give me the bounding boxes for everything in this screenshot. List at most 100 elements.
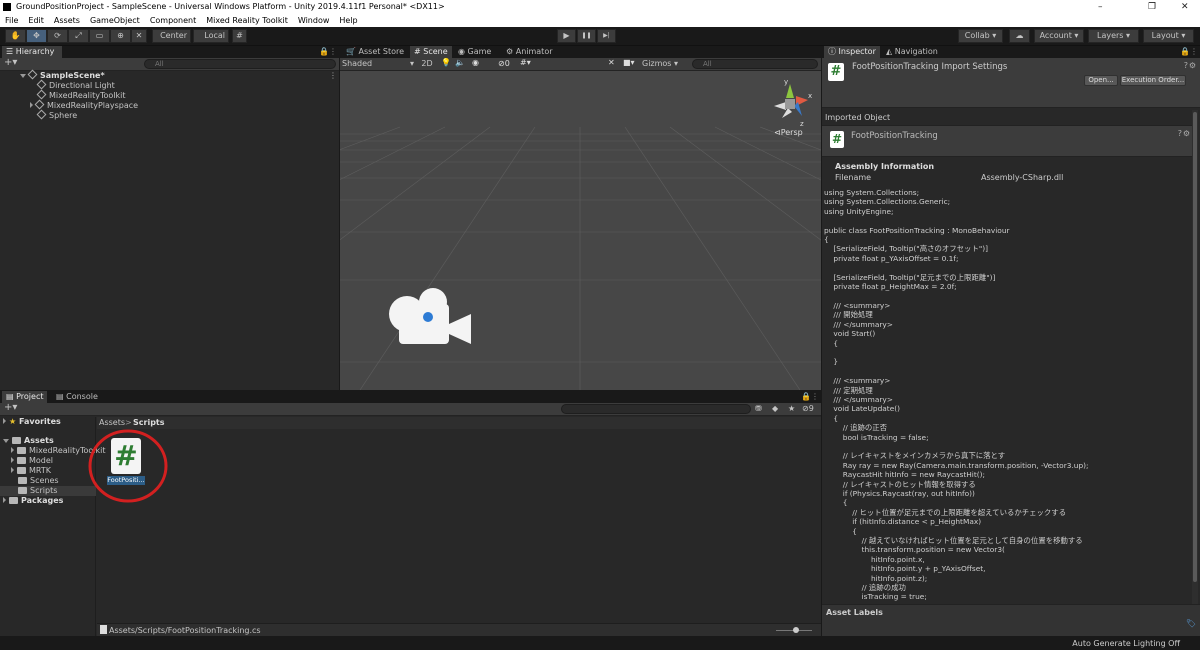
project-more-icon[interactable]: ⋮	[811, 392, 819, 401]
rotate-tool-icon[interactable]: ⟳	[47, 29, 68, 43]
more-icon[interactable]: ⋮	[329, 47, 337, 56]
gizmos-dropdown[interactable]: Gizmos ▾	[642, 59, 678, 69]
object-help-icon[interactable]: ?	[1178, 129, 1182, 138]
play-button[interactable]: ▶	[557, 29, 576, 43]
hierarchy-item[interactable]: MixedRealityToolkit	[36, 89, 126, 101]
grid-icon[interactable]: #▾	[520, 58, 531, 67]
effects-icon[interactable]: ◉	[472, 58, 479, 67]
filename-value: Assembly-CSharp.dll	[981, 173, 1064, 182]
step-button[interactable]: ▶|	[597, 29, 616, 43]
menu-assets[interactable]: Assets	[54, 16, 80, 25]
hidden-packages-count: 9	[808, 404, 814, 413]
gameobject-icon	[36, 109, 47, 120]
project-search-input[interactable]	[561, 404, 751, 414]
tab-hierarchy-label: Hierarchy	[15, 47, 55, 56]
hidden-objects-toggle[interactable]: ⊘0	[498, 59, 510, 69]
custom-tool-icon[interactable]: ✕	[131, 29, 147, 43]
breadcrumb-root[interactable]: Assets	[99, 418, 125, 427]
breadcrumb-current[interactable]: Scripts	[133, 418, 165, 427]
folder-item[interactable]: Model	[11, 456, 53, 466]
project-create-icon[interactable]: +▾	[4, 402, 17, 413]
settings-gear-icon[interactable]: ⚙	[1189, 61, 1196, 70]
help-icon[interactable]: ?	[1184, 61, 1188, 70]
cloud-icon[interactable]: ☁	[1009, 29, 1030, 43]
open-button[interactable]: Open...	[1084, 75, 1118, 86]
selected-asset-path: Assets/Scripts/FootPositionTracking.cs	[109, 626, 261, 635]
close-button[interactable]: ✕	[1181, 0, 1189, 14]
hierarchy-search-input[interactable]: All	[144, 59, 336, 69]
hierarchy-item[interactable]: Sphere	[36, 109, 77, 121]
inspector-scrollbar[interactable]	[1192, 110, 1198, 604]
tab-scene[interactable]: # Scene	[410, 46, 452, 58]
hand-tool-icon[interactable]: ✋	[5, 29, 26, 43]
tab-inspector[interactable]: ⓘ Inspector	[824, 46, 880, 58]
tools-icon[interactable]: ✕	[608, 58, 615, 67]
minimize-button[interactable]: –	[1098, 0, 1103, 14]
mode-2d-toggle[interactable]: 2D	[420, 59, 434, 69]
label-tag-icon[interactable]: 🏷	[1186, 619, 1196, 628]
menu-gameobject[interactable]: GameObject	[90, 16, 140, 25]
filter-type-icon[interactable]: ⛃	[755, 404, 762, 413]
camera-settings-icon[interactable]: ■▾	[623, 58, 635, 67]
move-tool-icon[interactable]: ✥	[26, 29, 47, 43]
scene-menu-icon[interactable]: ⋮	[329, 71, 337, 80]
maximize-button[interactable]: ❐	[1148, 0, 1156, 14]
menu-edit[interactable]: Edit	[28, 16, 44, 25]
menu-file[interactable]: File	[5, 16, 18, 25]
pivot-center-button[interactable]: Center	[152, 29, 191, 43]
folder-item-selected[interactable]: Scripts	[0, 486, 96, 496]
unity-scene-icon	[27, 69, 38, 80]
hierarchy-item[interactable]: MixedRealityPlayspace	[30, 99, 138, 111]
project-lock-icon[interactable]: 🔒	[801, 392, 811, 401]
tab-game[interactable]: ◉ Game	[454, 46, 495, 58]
favorites-label: Favorites	[18, 417, 61, 426]
tab-console[interactable]: ▤ Console	[52, 391, 102, 403]
layout-dropdown[interactable]: Layout ▾	[1143, 29, 1194, 43]
tab-animator[interactable]: ⚙ Animator	[502, 46, 557, 58]
layers-dropdown[interactable]: Layers ▾	[1088, 29, 1139, 43]
scale-tool-icon[interactable]: ⤢	[68, 29, 89, 43]
hierarchy-item-label: MixedRealityToolkit	[49, 91, 126, 100]
folder-item[interactable]: MRTK	[11, 466, 51, 476]
transform-tool-icon[interactable]: ⊕	[110, 29, 131, 43]
folder-label: Model	[29, 456, 54, 465]
tab-navigation[interactable]: ◭ Navigation	[882, 46, 942, 58]
menu-mrtk[interactable]: Mixed Reality Toolkit	[206, 16, 288, 25]
pause-button[interactable]: ❚❚	[577, 29, 596, 43]
folder-icon	[18, 487, 27, 494]
execution-order-button[interactable]: Execution Order...	[1120, 75, 1186, 86]
filter-label-icon[interactable]: ◆	[772, 404, 778, 413]
lock-icon[interactable]: 🔒	[319, 47, 329, 56]
collab-dropdown[interactable]: Collab ▾	[958, 29, 1003, 43]
favorite-star-icon[interactable]: ★	[788, 404, 795, 413]
shading-mode-dropdown[interactable]: Shaded ▾	[342, 59, 414, 69]
object-gear-icon[interactable]: ⚙	[1183, 129, 1190, 138]
menu-window[interactable]: Window	[298, 16, 330, 25]
persp-label[interactable]: ⊲Persp	[774, 128, 803, 137]
scene-search-input[interactable]: All	[692, 59, 818, 69]
create-plus-icon[interactable]: +▾	[4, 57, 17, 68]
favorites-item[interactable]: ★ Favorites	[3, 417, 61, 427]
audio-icon[interactable]: 🔈	[455, 58, 465, 67]
pivot-local-button[interactable]: Local	[193, 29, 229, 43]
hierarchy-item[interactable]: Directional Light	[36, 79, 115, 91]
menu-component[interactable]: Component	[150, 16, 196, 25]
snap-grid-icon[interactable]: #	[232, 29, 247, 43]
account-dropdown[interactable]: Account ▾	[1034, 29, 1084, 43]
lighting-icon[interactable]: 💡	[441, 58, 451, 67]
packages-item[interactable]: Packages	[3, 496, 63, 506]
assets-root-item[interactable]: Assets	[3, 436, 54, 446]
project-folder-tree: ★ Favorites Assets MixedRealityToolkit M…	[0, 417, 105, 636]
icon-size-slider-thumb[interactable]	[793, 627, 799, 633]
hidden-packages-toggle[interactable]: ⊘9	[802, 404, 814, 413]
folder-label: MRTK	[29, 466, 52, 475]
rect-tool-icon[interactable]: ▭	[89, 29, 110, 43]
inspector-lock-icon[interactable]: 🔒	[1180, 47, 1190, 56]
tab-asset-store[interactable]: 🛒 Asset Store	[342, 46, 408, 58]
window-title: GroundPositionProject - SampleScene - Un…	[16, 2, 445, 11]
import-header: # FootPositionTracking Import Settings ?…	[822, 58, 1200, 108]
scene-root[interactable]: SampleScene*	[20, 69, 105, 81]
inspector-more-icon[interactable]: ⋮	[1190, 47, 1198, 56]
folder-item[interactable]: Scenes	[18, 476, 59, 486]
menu-help[interactable]: Help	[339, 16, 357, 25]
